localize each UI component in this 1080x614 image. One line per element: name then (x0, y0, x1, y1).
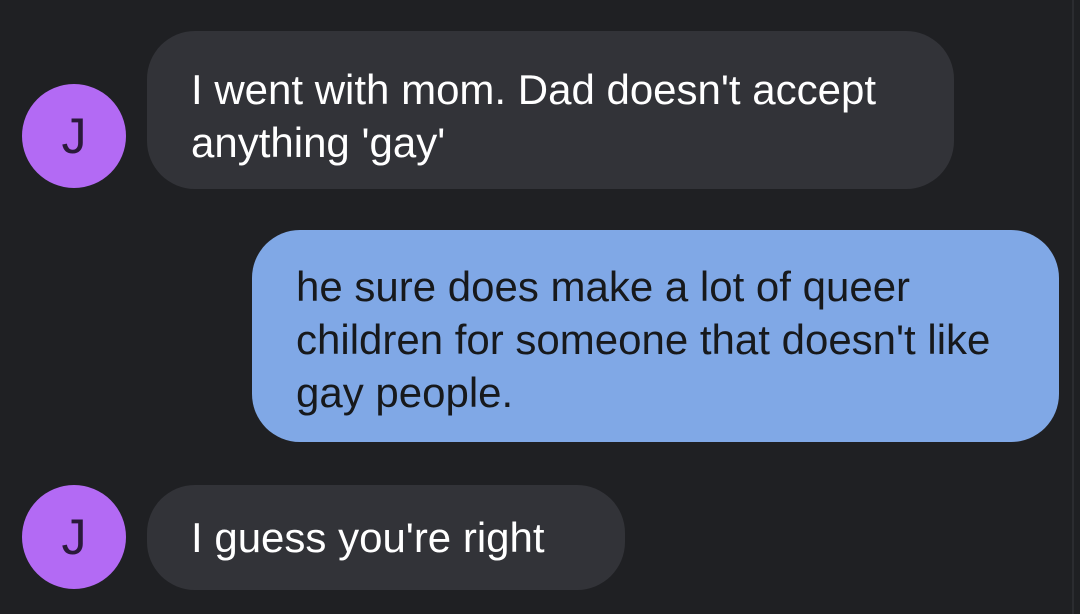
contact-avatar[interactable]: J (22, 84, 126, 188)
scroll-edge (1072, 0, 1074, 614)
contact-avatar[interactable]: J (22, 485, 126, 589)
outgoing-message-bubble[interactable]: he sure does make a lot of queer childre… (252, 230, 1059, 442)
incoming-message-bubble[interactable]: I guess you're right (147, 485, 625, 590)
incoming-message-bubble[interactable]: I went with mom. Dad doesn't accept anyt… (147, 31, 954, 189)
